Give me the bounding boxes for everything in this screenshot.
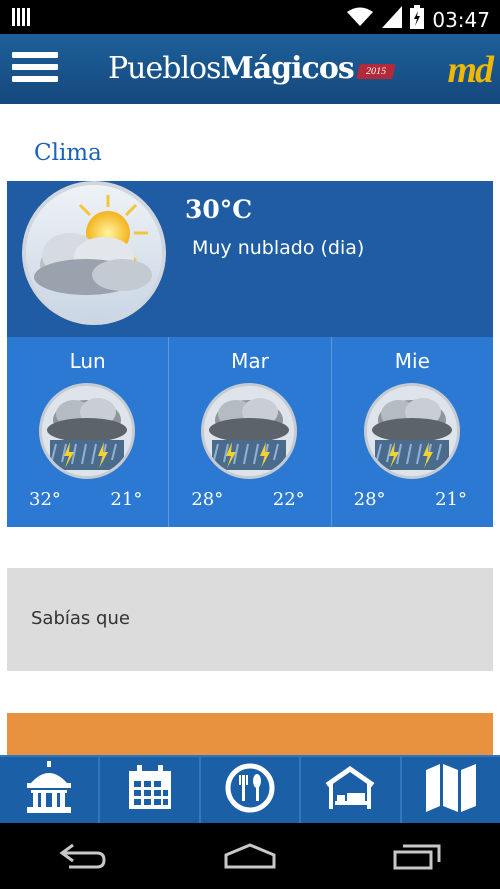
tab-map[interactable] <box>402 757 500 823</box>
bottom-tab-bar <box>0 755 500 823</box>
forecast-day: Lun 32° 21° <box>7 337 170 527</box>
forecast-day-name: Mie <box>394 349 430 373</box>
thunderstorm-icon <box>201 383 298 479</box>
calendar-icon <box>127 764 173 816</box>
wifi-icon <box>346 6 374 33</box>
forecast-high: 28° <box>353 489 386 510</box>
back-icon[interactable] <box>43 836 123 876</box>
md-logo: md <box>447 49 494 91</box>
brand-name-light: Pueblos <box>108 50 222 86</box>
current-weather-card: 30°C Muy nublado (dia) <box>7 181 493 337</box>
cloudy-sun-icon <box>22 181 166 325</box>
home-icon[interactable] <box>210 836 290 876</box>
tab-restaurants[interactable] <box>201 757 302 823</box>
thunderstorm-icon <box>39 383 135 479</box>
system-nav-bar <box>0 823 500 889</box>
brand-name-bold: Mágicos <box>220 50 355 86</box>
hamburger-menu-icon[interactable] <box>12 52 58 86</box>
forecast-day: Mie 28° 21° <box>332 337 493 527</box>
battery-icon <box>410 5 425 34</box>
forecast-low: 21° <box>110 489 143 510</box>
forecast-strip: Lun 32° 21° Mar 28° 22° Mie 28° 21° <box>7 337 493 527</box>
house-bed-icon <box>323 765 377 816</box>
signal-bars-icon <box>12 8 32 31</box>
forecast-low: 21° <box>435 489 467 510</box>
forecast-high: 28° <box>191 489 224 510</box>
plate-cutlery-icon <box>225 763 275 818</box>
forecast-low: 22° <box>272 489 305 510</box>
recents-icon[interactable] <box>377 836 457 876</box>
app-header: Pueblos Mágicos 2015 md <box>0 34 500 104</box>
did-you-know-card[interactable]: Sabías que <box>7 568 493 671</box>
orange-card[interactable] <box>7 713 493 755</box>
forecast-day-name: Lun <box>69 349 106 373</box>
current-description: Muy nublado (dia) <box>192 237 365 259</box>
did-you-know-title: Sabías que <box>31 608 130 629</box>
brand-year-badge: 2015 <box>356 63 396 79</box>
main-content: Clima 30°C Muy nublado (dia) Lun 32° 21°… <box>0 104 500 755</box>
cell-signal-icon <box>382 6 403 33</box>
tab-attractions[interactable] <box>0 757 101 823</box>
forecast-day-name: Mar <box>231 349 269 373</box>
forecast-day: Mar 28° 22° <box>169 337 332 527</box>
section-title: Clima <box>34 140 102 166</box>
kiosk-icon <box>23 760 75 820</box>
tab-lodging[interactable] <box>301 757 402 823</box>
status-bar: 03:47 <box>0 0 500 34</box>
status-time: 03:47 <box>432 7 490 32</box>
map-icon <box>424 763 478 817</box>
thunderstorm-icon <box>363 383 460 479</box>
forecast-high: 32° <box>29 489 61 510</box>
brand-logo: Pueblos Mágicos 2015 <box>108 48 396 88</box>
current-temperature: 30°C <box>185 195 253 224</box>
tab-events[interactable] <box>100 757 201 823</box>
